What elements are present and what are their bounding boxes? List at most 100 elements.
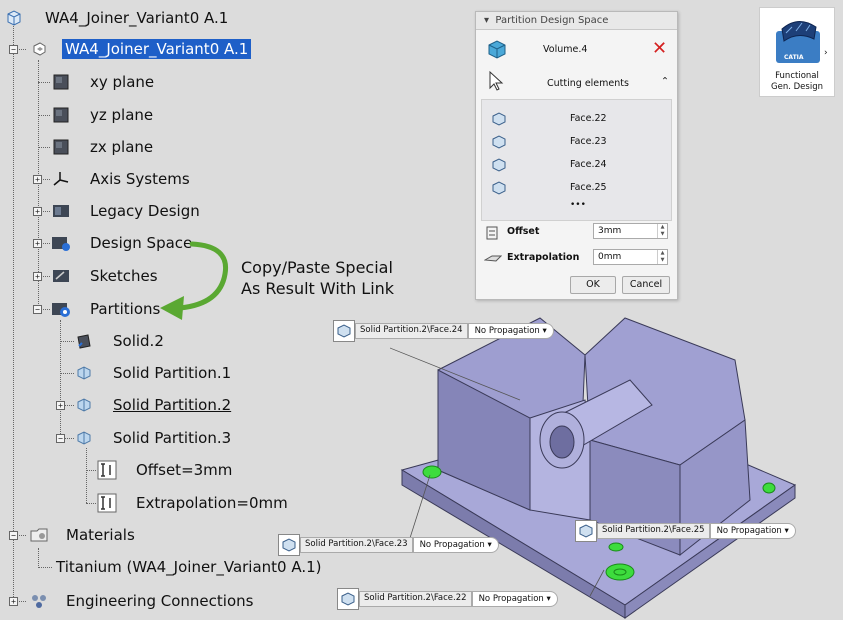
xy-plane-label: xy plane bbox=[90, 73, 155, 91]
face-icon bbox=[490, 156, 508, 174]
solid-partition-icon bbox=[73, 427, 95, 449]
more-items-indicator[interactable]: ••• bbox=[570, 200, 586, 210]
propagation-dropdown[interactable]: No Propagation ▾ bbox=[467, 323, 554, 339]
part-icon bbox=[28, 38, 50, 60]
parameter-icon bbox=[96, 459, 118, 481]
expand-toggle[interactable]: + bbox=[33, 272, 42, 281]
tree-item-sketches[interactable]: Sketches bbox=[50, 263, 158, 289]
yz-plane-label: yz plane bbox=[90, 106, 154, 124]
list-item[interactable]: Face.22 bbox=[482, 108, 671, 130]
sketches-label: Sketches bbox=[90, 267, 158, 285]
materials-label: Materials bbox=[66, 526, 135, 544]
parameter-icon bbox=[96, 492, 118, 514]
collapse-arrow-icon[interactable]: ▾ bbox=[484, 15, 489, 26]
face-item-label: Face.23 bbox=[570, 136, 607, 147]
cursor-arrow-icon bbox=[488, 70, 506, 95]
root-label: WA4_Joiner_Variant0 A.1 bbox=[45, 9, 229, 27]
collapse-toggle[interactable]: − bbox=[9, 45, 18, 54]
expand-toggle[interactable]: + bbox=[33, 175, 42, 184]
propagation-value: No Propagation bbox=[716, 526, 782, 536]
face-tag-24[interactable]: Solid Partition.2\Face.24 No Propagation… bbox=[333, 320, 554, 342]
tree-item-titanium[interactable]: Titanium (WA4_Joiner_Variant0 A.1) bbox=[56, 554, 322, 580]
tree-item-part[interactable]: WA4_Joiner_Variant0 A.1 bbox=[28, 36, 252, 62]
tree-item-solid-partition-1[interactable]: Solid Partition.1 bbox=[73, 360, 231, 386]
catia-logo-text: CATIA bbox=[784, 54, 804, 61]
plane-icon bbox=[50, 104, 72, 126]
expand-toggle[interactable]: + bbox=[9, 597, 18, 606]
solid-partition-1-label: Solid Partition.1 bbox=[113, 364, 232, 382]
propagation-value: No Propagation bbox=[478, 594, 544, 604]
solid-partition-2-label: Solid Partition.2 bbox=[113, 396, 232, 414]
list-item[interactable]: Face.23 bbox=[482, 131, 671, 153]
face-item-label: Face.22 bbox=[570, 113, 607, 124]
panel-title-bar[interactable]: ▾ Partition Design Space bbox=[476, 12, 677, 30]
extrapolation-icon bbox=[483, 252, 503, 267]
face-icon bbox=[490, 179, 508, 197]
tree-item-partitions[interactable]: Partitions bbox=[50, 296, 160, 322]
propagation-value: No Propagation bbox=[419, 540, 485, 550]
offset-input[interactable]: 3mm ▲ ▼ bbox=[593, 223, 668, 239]
face-tag-name: Solid Partition.2\Face.22 bbox=[359, 591, 472, 607]
volume-field[interactable]: Volume.4 bbox=[543, 44, 587, 55]
face-icon bbox=[278, 534, 300, 556]
engineering-connections-icon bbox=[28, 590, 50, 612]
tree-item-materials[interactable]: Materials bbox=[28, 522, 135, 548]
face-tag-name: Solid Partition.2\Face.25 bbox=[597, 523, 710, 539]
plane-icon bbox=[50, 136, 72, 158]
tree-item-extrapolation[interactable]: Extrapolation=0mm bbox=[96, 490, 288, 516]
face-icon bbox=[575, 520, 597, 542]
collapse-toggle[interactable]: − bbox=[56, 434, 65, 443]
zx-plane-label: zx plane bbox=[90, 138, 154, 156]
face-tag-23[interactable]: Solid Partition.2\Face.23 No Propagation… bbox=[278, 534, 499, 556]
propagation-dropdown[interactable]: No Propagation ▾ bbox=[412, 537, 499, 553]
offset-spinner[interactable]: ▲ ▼ bbox=[657, 224, 667, 238]
extrapolation-field-label: Extrapolation bbox=[507, 252, 580, 263]
annotation-line-1: Copy/Paste Special bbox=[241, 258, 393, 277]
extrapolation-input[interactable]: 0mm ▲ ▼ bbox=[593, 249, 668, 265]
propagation-dropdown[interactable]: No Propagation ▾ bbox=[471, 591, 558, 607]
tree-item-legacy-design[interactable]: Legacy Design bbox=[50, 198, 200, 224]
app-badge-line-2: Gen. Design bbox=[771, 82, 823, 92]
tree-item-axis-systems[interactable]: Axis Systems bbox=[50, 166, 190, 192]
face-icon bbox=[490, 133, 508, 151]
tree-root[interactable]: WA4_Joiner_Variant0 A.1 bbox=[3, 5, 228, 31]
collapse-toggle[interactable]: − bbox=[9, 531, 18, 540]
solid-icon bbox=[73, 330, 95, 352]
chevron-right-icon[interactable]: › bbox=[824, 48, 828, 58]
expand-toggle[interactable]: + bbox=[33, 239, 42, 248]
cancel-button[interactable]: Cancel bbox=[622, 276, 670, 294]
tree-item-zx-plane[interactable]: zx plane bbox=[50, 134, 153, 160]
expand-toggle[interactable]: + bbox=[33, 207, 42, 216]
3d-part-view[interactable] bbox=[390, 300, 810, 620]
tree-item-solid[interactable]: Solid.2 bbox=[73, 328, 164, 354]
offset-value: 3mm bbox=[598, 226, 622, 236]
cutting-elements-label: Cutting elements bbox=[547, 78, 629, 89]
panel-title: Partition Design Space bbox=[495, 15, 609, 26]
tree-item-solid-partition-2[interactable]: Solid Partition.2 bbox=[73, 392, 231, 418]
face-tag-22[interactable]: Solid Partition.2\Face.22 No Propagation… bbox=[337, 588, 558, 610]
legacy-design-label: Legacy Design bbox=[90, 202, 200, 220]
delete-icon[interactable]: ✕ bbox=[652, 38, 667, 59]
chevron-up-icon[interactable]: ⌃ bbox=[661, 76, 669, 87]
list-item[interactable]: Face.24 bbox=[482, 154, 671, 176]
face-icon bbox=[333, 320, 355, 342]
offset-icon bbox=[486, 226, 498, 243]
face-tag-25[interactable]: Solid Partition.2\Face.25 No Propagation… bbox=[575, 520, 796, 542]
offset-field-label: Offset bbox=[507, 226, 540, 237]
tree-item-offset[interactable]: Offset=3mm bbox=[96, 457, 232, 483]
ok-button[interactable]: OK bbox=[570, 276, 616, 294]
app-badge-line-1: Functional bbox=[775, 71, 819, 81]
expand-toggle[interactable]: + bbox=[56, 401, 65, 410]
tree-item-xy-plane[interactable]: xy plane bbox=[50, 69, 154, 95]
list-item[interactable]: Face.25 bbox=[482, 177, 671, 199]
axis-systems-label: Axis Systems bbox=[90, 170, 190, 188]
propagation-dropdown[interactable]: No Propagation ▾ bbox=[709, 523, 796, 539]
app-badge[interactable]: CATIA › Functional Gen. Design bbox=[759, 7, 835, 97]
extrapolation-label: Extrapolation=0mm bbox=[136, 494, 288, 512]
tree-item-yz-plane[interactable]: yz plane bbox=[50, 102, 153, 128]
engineering-connections-label: Engineering Connections bbox=[66, 592, 254, 610]
collapse-toggle[interactable]: − bbox=[33, 305, 42, 314]
tree-item-solid-partition-3[interactable]: Solid Partition.3 bbox=[73, 425, 231, 451]
tree-item-engineering-connections[interactable]: Engineering Connections bbox=[28, 588, 253, 614]
extrapolation-spinner[interactable]: ▲ ▼ bbox=[657, 250, 667, 264]
